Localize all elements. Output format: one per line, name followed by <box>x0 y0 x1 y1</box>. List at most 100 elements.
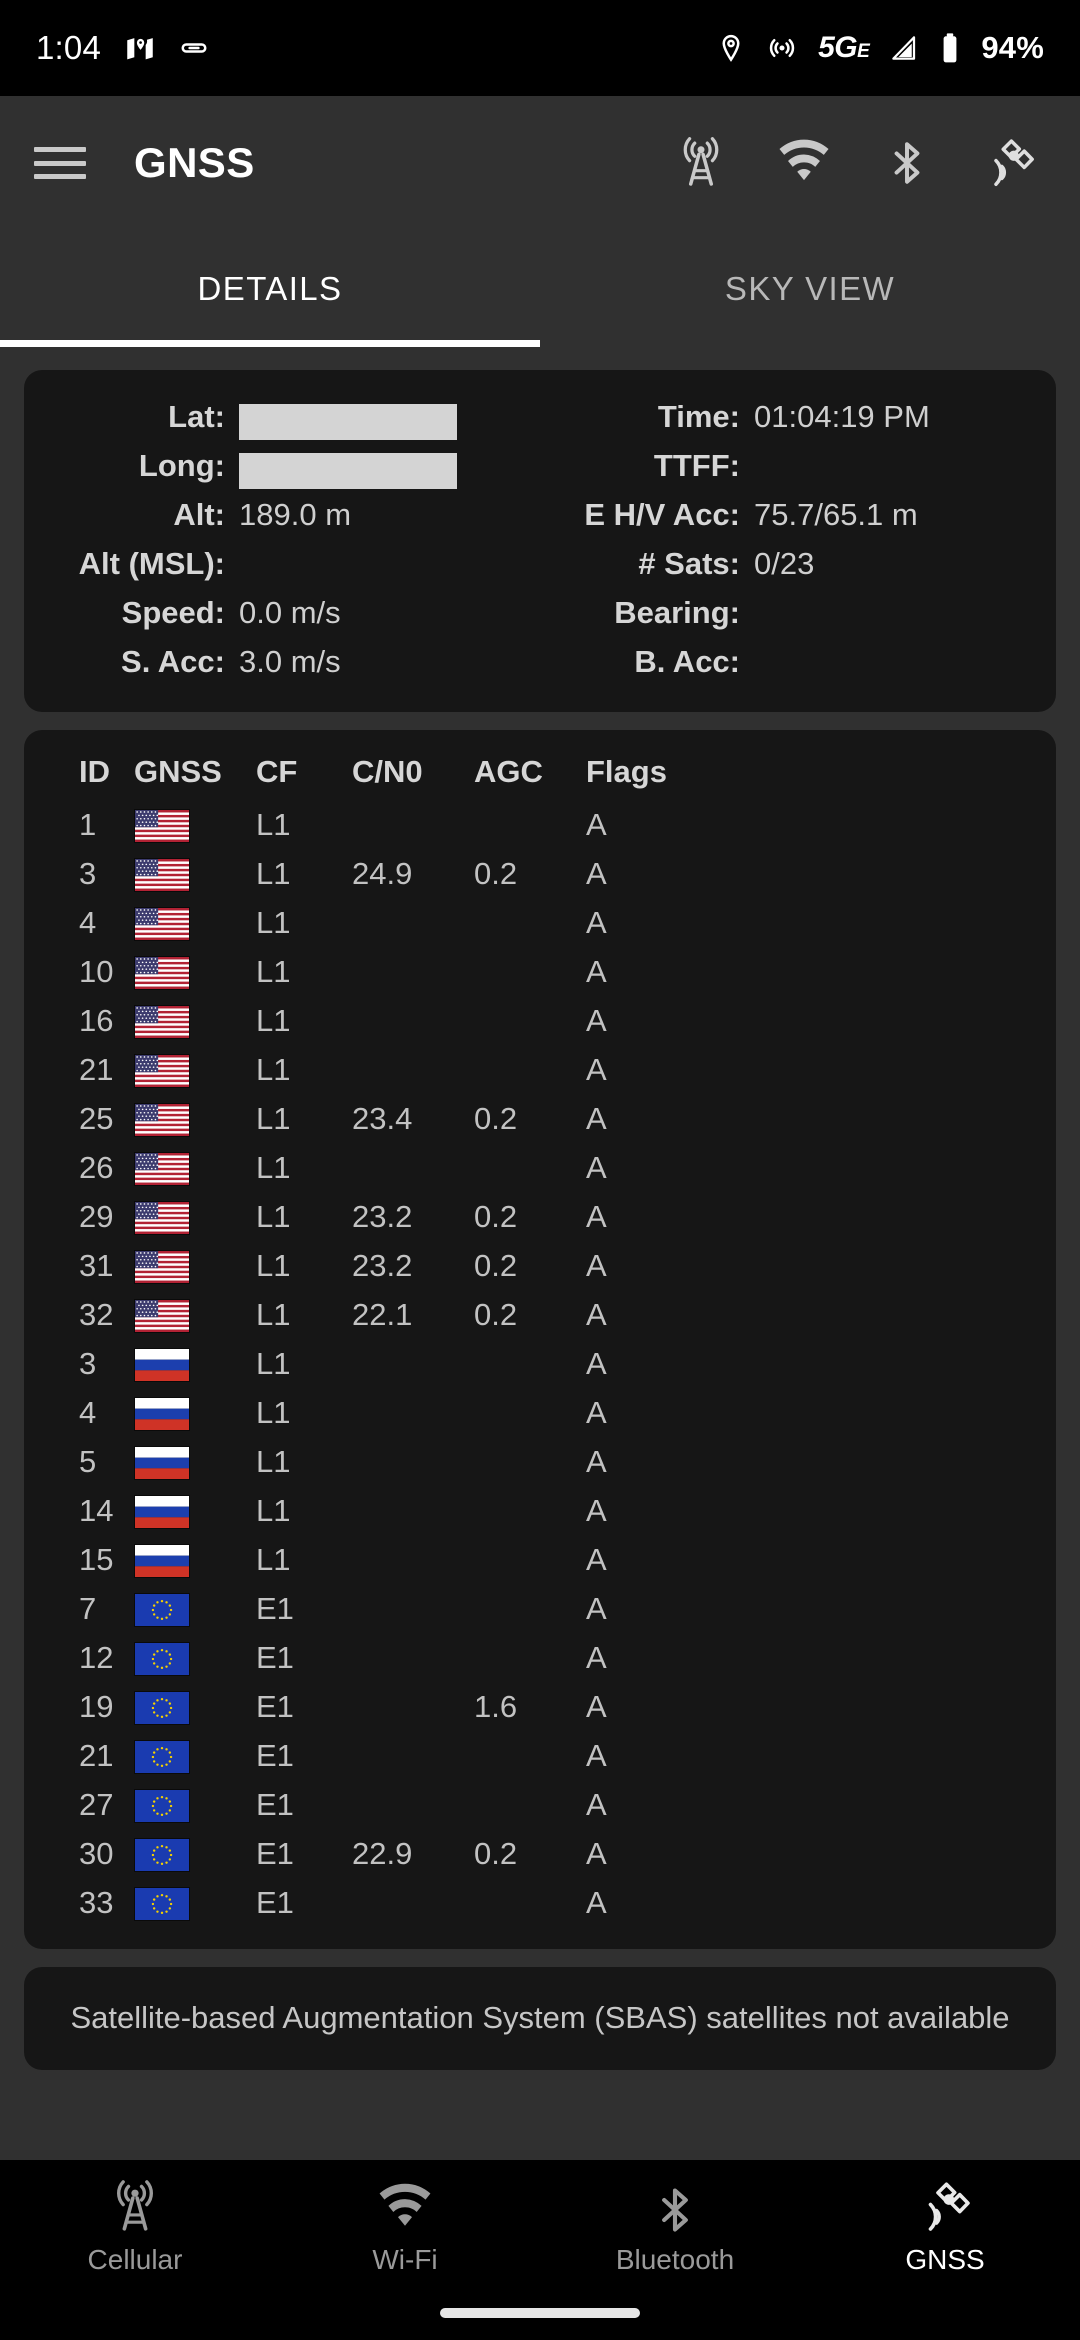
flag-icon-usa <box>134 1151 190 1186</box>
nav-item-gnss[interactable]: GNSS <box>810 2160 1080 2340</box>
cell-cno: 24.9 <box>352 855 413 891</box>
flag-icon-eu <box>134 1886 190 1921</box>
page-title: GNSS <box>134 139 255 186</box>
bearing-label: Bearing: <box>614 595 740 630</box>
nav-item-cellular[interactable]: Cellular <box>0 2160 270 2340</box>
cell-cf: L1 <box>256 1443 291 1479</box>
cell-gnss-flag <box>134 1731 256 1780</box>
cell-agc <box>474 1045 586 1094</box>
table-row: 4 L1 A <box>24 1388 1056 1437</box>
satellite-icon[interactable] <box>980 133 1040 193</box>
flag-icon-usa <box>134 1004 190 1039</box>
location-pin-icon <box>716 33 746 63</box>
table-row: 5 L1 A <box>24 1437 1056 1486</box>
cell-agc: 1.6 <box>474 1688 518 1724</box>
bottom-navigation-bar: Cellular Wi-Fi Bluetooth GNSS <box>0 2160 1080 2340</box>
cell-id: 33 <box>79 1884 114 1920</box>
cell-cno <box>352 1633 474 1682</box>
nav-label-wifi: Wi-Fi <box>372 2244 438 2275</box>
cell-agc <box>474 947 586 996</box>
cell-agc: 0.2 <box>474 1835 518 1871</box>
flag-icon-usa <box>134 1200 190 1235</box>
status-bar: 1:04 5GE 94% <box>0 0 1080 96</box>
table-row: 21 E1 A <box>24 1731 1056 1780</box>
cell-cf: L1 <box>256 1002 291 1038</box>
cell-flags: A <box>586 1786 607 1822</box>
cell-gnss-flag <box>134 996 256 1045</box>
cell-cno <box>352 1339 474 1388</box>
flag-icon-eu <box>134 1641 190 1676</box>
cell-gnss-flag <box>134 1878 256 1927</box>
hamburger-menu-icon[interactable] <box>34 143 86 183</box>
cell-agc <box>474 1780 586 1829</box>
cell-flags: A <box>586 1247 607 1283</box>
cell-cno <box>352 1731 474 1780</box>
wifi-icon <box>377 2176 433 2236</box>
wifi-icon[interactable] <box>774 133 834 193</box>
cell-cf: L1 <box>256 1345 291 1381</box>
cell-id: 14 <box>79 1492 114 1528</box>
flag-icon-eu <box>134 1690 190 1725</box>
cell-cno: 22.9 <box>352 1835 413 1871</box>
scroll-content[interactable]: Lat: Time: 01:04:19 PM Long: TTFF: Alt: … <box>0 348 1080 2160</box>
col-header-cf: CF <box>256 754 298 789</box>
cell-flags: A <box>586 1002 607 1038</box>
battery-percent-label: 94% <box>981 30 1044 65</box>
cell-agc: 0.2 <box>474 855 518 891</box>
col-header-gnss: GNSS <box>134 754 222 789</box>
table-row: 4 L1 A <box>24 898 1056 947</box>
cell-agc: 0.2 <box>474 1198 518 1234</box>
link-icon <box>179 33 209 63</box>
cell-gnss-flag <box>134 1241 256 1290</box>
cell-cf: L1 <box>256 1247 291 1283</box>
cell-gnss-flag <box>134 849 256 898</box>
flag-icon-eu <box>134 1739 190 1774</box>
network-type-label: 5GE <box>818 31 870 64</box>
cell-flags: A <box>586 1590 607 1626</box>
cellular-tower-icon[interactable] <box>671 133 731 193</box>
app-bar-actions <box>671 133 1052 193</box>
table-row: 16 L1 A <box>24 996 1056 1045</box>
flag-icon-usa <box>134 955 190 990</box>
cell-flags: A <box>586 1541 607 1577</box>
nav-label-bluetooth: Bluetooth <box>615 2244 735 2275</box>
flag-icon-russia <box>134 1445 190 1480</box>
tab-details[interactable]: DETAILS <box>0 230 540 348</box>
cell-id: 12 <box>79 1639 114 1675</box>
cell-id: 15 <box>79 1541 114 1577</box>
cell-flags: A <box>586 1198 607 1234</box>
bearing-acc-value <box>754 637 1080 686</box>
cell-flags: A <box>586 1100 607 1136</box>
cell-id: 31 <box>79 1247 114 1283</box>
cell-cf: E1 <box>256 1786 294 1822</box>
table-row: 26 L1 A <box>24 1143 1056 1192</box>
col-header-flags: Flags <box>586 754 667 789</box>
cell-cf: L1 <box>256 1394 291 1430</box>
tab-sky-view[interactable]: SKY VIEW <box>540 230 1080 348</box>
cell-cno <box>352 1535 474 1584</box>
lat-label: Lat: <box>168 399 225 434</box>
cell-flags: A <box>586 1835 607 1871</box>
table-row: 32 L1 22.1 0.2 A <box>24 1290 1056 1339</box>
satellite-table-header: ID GNSS CF C/N0 AGC Flags <box>24 748 1056 800</box>
bearing-value <box>754 588 1080 637</box>
gesture-home-bar[interactable] <box>440 2308 640 2318</box>
cell-id: 16 <box>79 1002 114 1038</box>
speed-label: Speed: <box>121 595 225 630</box>
bluetooth-icon[interactable] <box>877 133 937 193</box>
cell-gnss-flag <box>134 898 256 947</box>
status-bar-left: 1:04 <box>36 29 209 67</box>
flag-icon-russia <box>134 1543 190 1578</box>
cell-cno <box>352 1143 474 1192</box>
bearing-acc-label: B. Acc: <box>634 644 740 679</box>
tab-active-indicator <box>0 340 540 347</box>
cell-cno: 23.4 <box>352 1100 413 1136</box>
cell-cf: E1 <box>256 1590 294 1626</box>
col-header-agc: AGC <box>474 754 543 789</box>
cell-gnss-flag <box>134 1633 256 1682</box>
time-value: 01:04:19 PM <box>754 399 930 434</box>
cell-cno <box>352 1584 474 1633</box>
phone-screen: 1:04 5GE 94% GNSS DETAILS SKY VIEW Lat: … <box>0 0 1080 2340</box>
cell-flags: A <box>586 1296 607 1332</box>
num-sats-value: 0/23 <box>754 546 815 581</box>
